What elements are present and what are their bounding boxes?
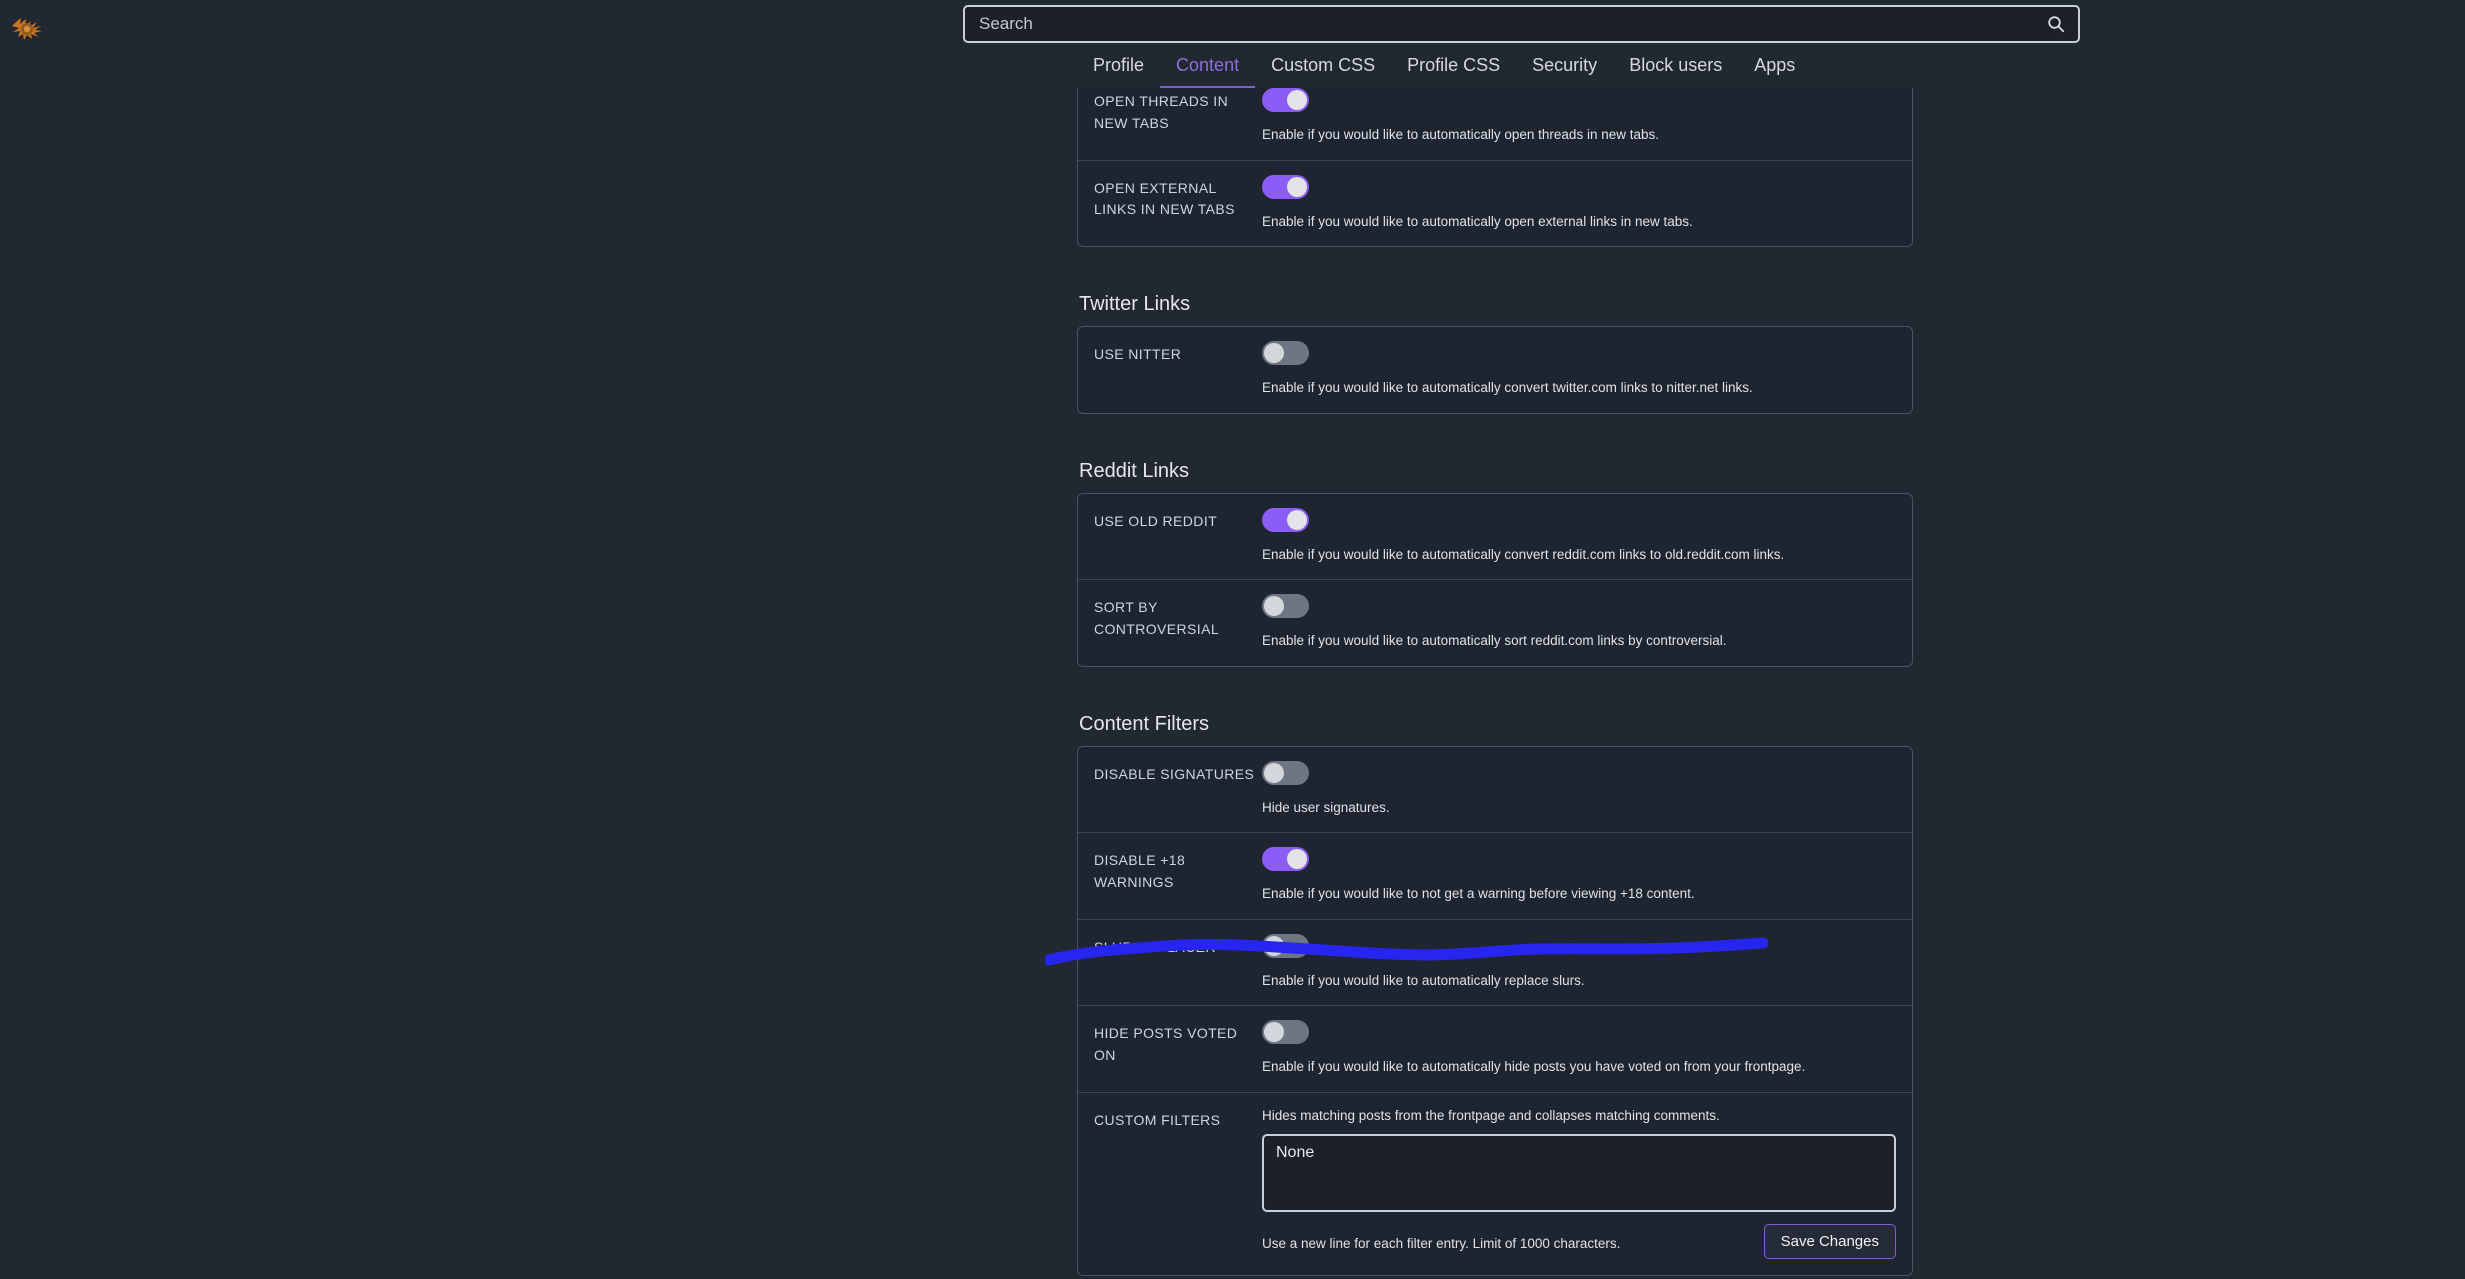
settings-panel-content-filters: DISABLE SIGNATURES Hide user signatures. D… — [1077, 745, 1913, 1277]
setting-label-use-old-reddit: USE OLD REDDIT — [1094, 512, 1218, 529]
tab-security[interactable]: Security — [1516, 51, 1613, 89]
toggle-knob — [1287, 849, 1307, 870]
section-title-content-filters: Content Filters — [1079, 712, 1210, 735]
setting-label-open-external-links-in-new-tabs: OPEN EXTERNAL LINKS IN NEW TABS — [1094, 179, 1235, 218]
setting-description-slur-replacer: Enable if you would like to automaticall… — [1262, 972, 1585, 988]
toggle-open-threads-in-new-tabs[interactable] — [1262, 88, 1309, 112]
setting-body: Enable if you would like to not get a wa… — [1262, 847, 1896, 903]
setting-label-open-threads-in-new-tabs: OPEN THREADS IN NEW TABS — [1094, 93, 1229, 131]
toggle-knob — [1287, 176, 1307, 197]
setting-label-hide-posts-voted-on: HIDE POSTS VOTED ON — [1094, 1025, 1238, 1064]
settings-panel-twitter-links: USE NITTER Enable if you would like to au… — [1077, 326, 1913, 414]
save-changes-button[interactable]: Save Changes — [1763, 1224, 1896, 1260]
setting-label-disable-signatures: DISABLE SIGNATURES — [1094, 765, 1255, 782]
setting-row-use-old-reddit: USE OLD REDDIT Enable if you would like t… — [1078, 494, 1912, 581]
setting-description-hide-posts-voted-on: Enable if you would like to automaticall… — [1262, 1059, 1806, 1075]
setting-body: Enable if you would like to automaticall… — [1262, 1020, 1896, 1076]
toggle-hide-posts-voted-on[interactable] — [1262, 1020, 1309, 1045]
toggle-slur-replacer[interactable] — [1262, 933, 1309, 958]
settings-tabs: Profile Content Custom CSS Profile CSS Secur… — [1077, 51, 1915, 91]
toggle-knob — [1264, 935, 1284, 956]
tab-profile-css[interactable]: Profile CSS — [1391, 51, 1516, 89]
setting-row-disable-plus-18-warnings: DISABLE +18 WARNINGS Enable if you would … — [1078, 833, 1912, 920]
setting-body: Enable if you would like to automaticall… — [1262, 933, 1896, 990]
tab-apps[interactable]: Apps — [1738, 51, 1811, 89]
settings-content: OPEN THREADS IN NEW TABS Enable if you wo… — [1077, 88, 1913, 1277]
setting-row-open-threads-in-new-tabs: OPEN THREADS IN NEW TABS Enable if you wo… — [1078, 88, 1912, 161]
setting-row-use-nitter: USE NITTER Enable if you would like to au… — [1078, 327, 1912, 413]
setting-description-disable-plus-18-warnings: Enable if you would like to not get a wa… — [1262, 886, 1695, 902]
setting-description-use-nitter: Enable if you would like to automaticall… — [1262, 380, 1753, 396]
toggle-use-nitter[interactable] — [1262, 341, 1309, 366]
settings-panel-links-top: OPEN THREADS IN NEW TABS Enable if you wo… — [1077, 88, 1913, 248]
setting-body: Enable if you would like to automaticall… — [1262, 341, 1896, 397]
setting-body: Enable if you would like to automaticall… — [1262, 88, 1896, 144]
custom-filters-description: Hides matching posts from the frontpage … — [1262, 1107, 1720, 1123]
setting-body: Enable if you would like to automaticall… — [1262, 507, 1896, 564]
custom-filters-body: Hides matching posts from the frontpage … — [1262, 1107, 1896, 1260]
setting-description-use-old-reddit: Enable if you would like to automaticall… — [1262, 546, 1785, 562]
toggle-open-external-links-in-new-tabs[interactable] — [1262, 174, 1309, 199]
toggle-knob — [1287, 509, 1307, 530]
search-input[interactable] — [965, 7, 2034, 41]
custom-filters-footer: Use a new line for each filter entry. Li… — [1262, 1224, 1896, 1260]
setting-label-sort-by-controversial: SORT BY CONTROVERSIAL — [1094, 599, 1219, 637]
toggle-knob — [1264, 762, 1284, 783]
setting-row-slur-replacer: SLUR REPLACER Enable if you would like to… — [1078, 920, 1912, 1007]
setting-body: Enable if you would like to automaticall… — [1262, 594, 1896, 650]
setting-body: Enable if you would like to automaticall… — [1262, 174, 1896, 231]
custom-filters-hint: Use a new line for each filter entry. Li… — [1262, 1236, 1621, 1252]
toggle-disable-plus-18-warnings[interactable] — [1262, 847, 1309, 872]
settings-panel-reddit-links: USE OLD REDDIT Enable if you would like t… — [1077, 492, 1913, 667]
toggle-disable-signatures[interactable] — [1262, 760, 1309, 785]
toggle-use-old-reddit[interactable] — [1262, 507, 1309, 532]
toggle-knob — [1264, 596, 1284, 617]
setting-label-slur-replacer: SLUR REPLACER — [1094, 938, 1216, 955]
tab-profile[interactable]: Profile — [1077, 51, 1160, 89]
section-title-twitter-links: Twitter Links — [1079, 293, 1191, 316]
setting-body: Hide user signatures. — [1262, 760, 1896, 817]
setting-description-open-threads-in-new-tabs: Enable if you would like to automaticall… — [1262, 127, 1659, 142]
tab-content[interactable]: Content — [1160, 51, 1256, 89]
search-icon[interactable] — [2034, 7, 2078, 41]
setting-label-use-nitter: USE NITTER — [1094, 346, 1182, 363]
setting-description-open-external-links-in-new-tabs: Enable if you would like to automaticall… — [1262, 213, 1693, 229]
toggle-knob — [1264, 1022, 1284, 1043]
tab-custom-css[interactable]: Custom CSS — [1255, 51, 1391, 89]
setting-row-disable-signatures: DISABLE SIGNATURES Hide user signatures. — [1078, 747, 1912, 834]
search-bar[interactable] — [963, 5, 2080, 43]
setting-row-hide-posts-voted-on: HIDE POSTS VOTED ON Enable if you would l… — [1078, 1006, 1912, 1093]
site-logo-icon[interactable] — [10, 8, 46, 42]
setting-description-sort-by-controversial: Enable if you would like to automaticall… — [1262, 633, 1727, 649]
custom-filters-textarea[interactable] — [1262, 1134, 1896, 1213]
setting-description-disable-signatures: Hide user signatures. — [1262, 799, 1390, 815]
top-bar — [0, 0, 2465, 50]
toggle-knob — [1264, 343, 1284, 364]
setting-row-custom-filters: CUSTOM FILTERS Hides matching posts from … — [1078, 1093, 1912, 1276]
tab-block-users[interactable]: Block users — [1613, 51, 1738, 89]
setting-row-open-external-links-in-new-tabs: OPEN EXTERNAL LINKS IN NEW TABS Enable if… — [1078, 161, 1912, 247]
settings-page: ProfileContentCustom CSSProfile CSSSecur… — [0, 0, 2465, 1279]
setting-label-custom-filters: CUSTOM FILTERS — [1094, 1111, 1221, 1128]
setting-row-sort-by-controversial: SORT BY CONTROVERSIAL Enable if you would… — [1078, 580, 1912, 666]
section-title-reddit-links: Reddit Links — [1079, 459, 1190, 482]
toggle-knob — [1287, 90, 1307, 110]
toggle-sort-by-controversial[interactable] — [1262, 594, 1309, 619]
setting-label-disable-plus-18-warnings: DISABLE +18 WARNINGS — [1094, 852, 1186, 890]
